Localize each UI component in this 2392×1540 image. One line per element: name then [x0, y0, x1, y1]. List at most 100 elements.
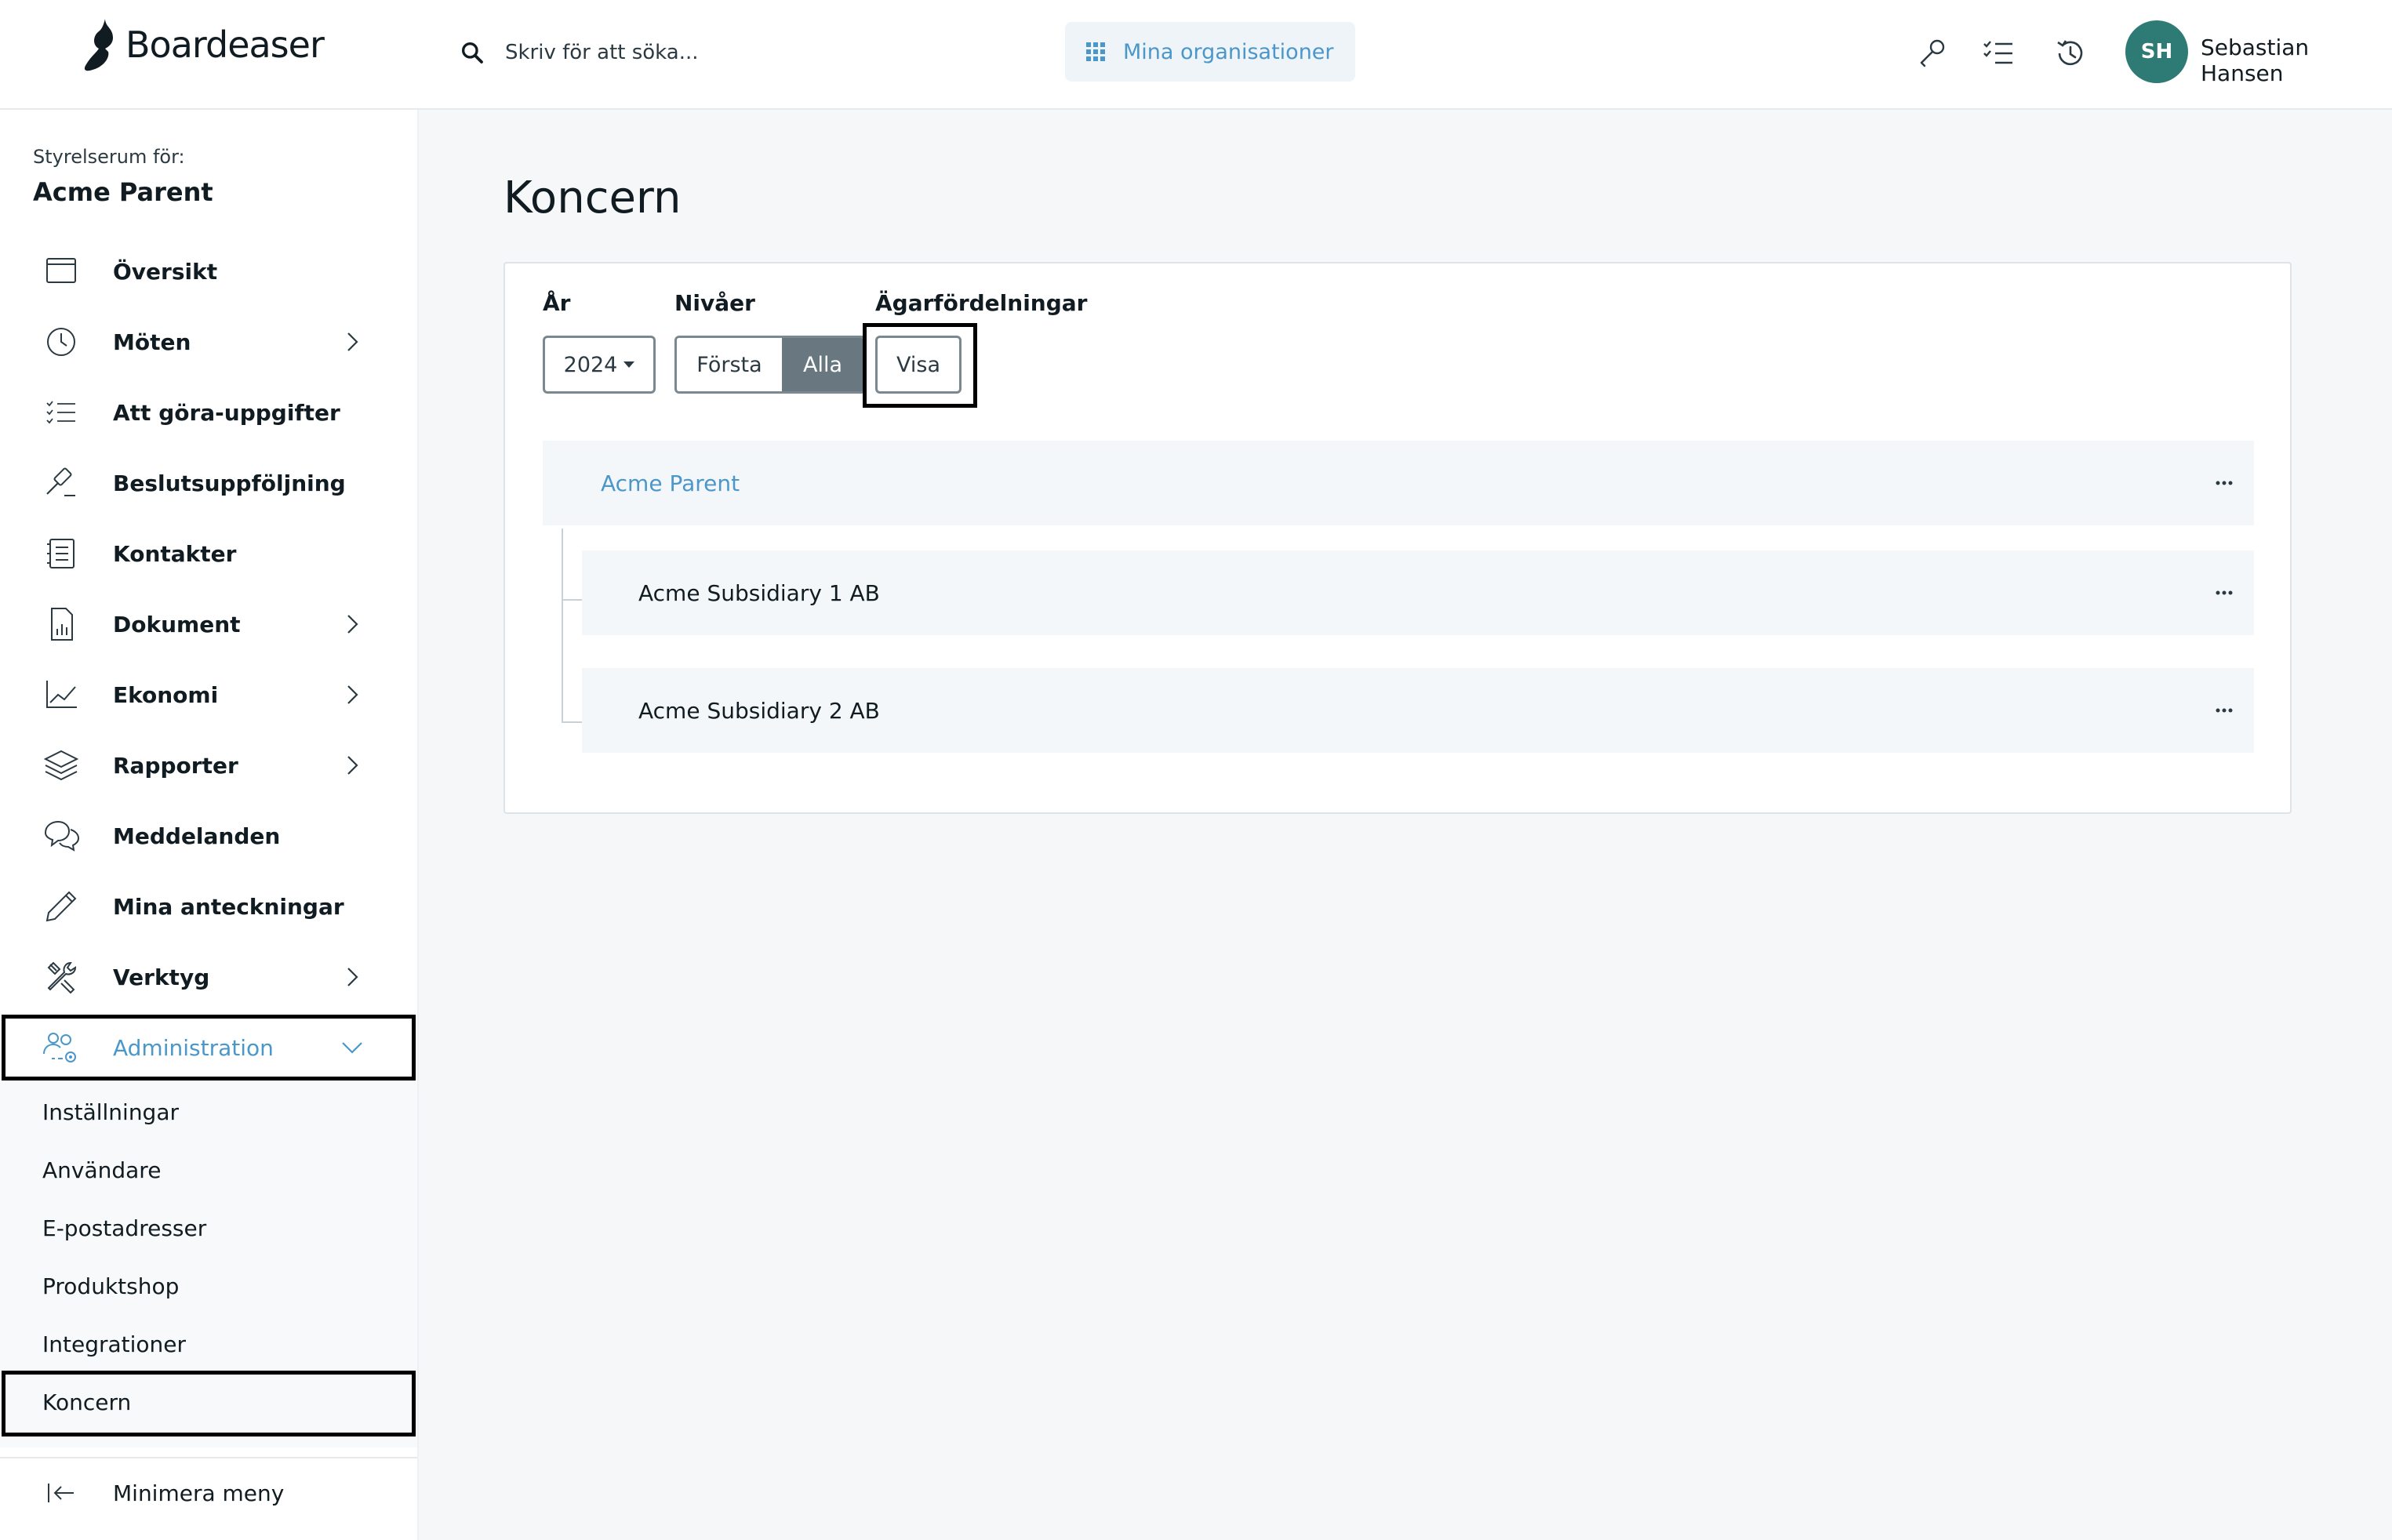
top-bar: Boardeaser Mina organisationer SH Sebast	[0, 0, 2392, 110]
sidebar-item-beslutsuppfoljning[interactable]: Beslutsuppföljning	[0, 450, 419, 516]
minimize-menu-label: Minimera meny	[113, 1480, 285, 1506]
key-icon[interactable]	[1914, 35, 1951, 72]
sidebar-item-meddelanden[interactable]: Meddelanden	[0, 803, 419, 869]
submenu-item-label: Produktshop	[42, 1273, 180, 1299]
sidebar-item-rapporter[interactable]: Rapporter	[0, 732, 419, 798]
levels-option-forsta[interactable]: Första	[677, 338, 782, 391]
ownership-filter-label: Ägarfördelningar	[875, 290, 1088, 316]
tree-row-child: Acme Subsidiary 2 AB	[582, 668, 2254, 753]
sidebar-item-att-gora[interactable]: Att göra-uppgifter	[0, 380, 419, 445]
org-name: Acme Parent	[33, 177, 213, 207]
sidebar: Styrelserum för: Acme Parent Översikt Mö…	[0, 110, 419, 1540]
levels-toggle: Första Alla	[674, 336, 866, 394]
tools-icon	[47, 961, 77, 994]
line-chart-icon	[46, 681, 77, 708]
chevron-down-icon	[342, 1042, 362, 1054]
submenu-item-produktshop[interactable]: Produktshop	[0, 1257, 419, 1315]
boardeaser-logo-icon	[84, 19, 113, 71]
gavel-icon	[46, 467, 75, 496]
chevron-right-icon	[347, 685, 358, 704]
tree-connector-vertical	[562, 528, 563, 723]
group-structure-card: År Nivåer Ägarfördelningar 2024 Första A…	[503, 262, 2292, 814]
sidebar-item-moten[interactable]: Möten	[0, 309, 419, 375]
chevron-right-icon	[347, 756, 358, 775]
more-options-icon[interactable]	[2208, 695, 2240, 726]
sidebar-item-verktyg[interactable]: Verktyg	[0, 944, 419, 1010]
sidebar-item-label: Meddelanden	[113, 823, 281, 849]
main-content: Koncern År Nivåer Ägarfördelningar 2024 …	[419, 110, 2392, 1540]
tree-child-label: Acme Subsidiary 1 AB	[638, 579, 880, 606]
brand-logo[interactable]: Boardeaser	[82, 17, 325, 72]
sidebar-item-administration[interactable]: Administration	[0, 1015, 419, 1081]
sidebar-item-label: Ekonomi	[113, 681, 219, 708]
pencil-icon	[45, 891, 77, 922]
submenu-item-label: Användare	[42, 1157, 162, 1183]
layers-icon	[43, 750, 79, 781]
levels-filter-label: Nivåer	[674, 290, 755, 316]
submenu-item-integrationer[interactable]: Integrationer	[0, 1315, 419, 1373]
users-settings-icon	[43, 1033, 76, 1062]
sidebar-item-kontakter[interactable]: Kontakter	[0, 521, 419, 587]
browser-window-icon	[46, 258, 76, 283]
search-input[interactable]	[505, 41, 944, 64]
my-organizations-button[interactable]: Mina organisationer	[1065, 22, 1355, 82]
sidebar-item-oversikt[interactable]: Översikt	[0, 238, 419, 304]
tree-connector-branch	[562, 599, 583, 601]
checklist-icon	[46, 401, 75, 424]
sidebar-item-label: Att göra-uppgifter	[113, 399, 340, 426]
submenu-item-label: Integrationer	[42, 1331, 187, 1357]
my-organizations-label: Mina organisationer	[1123, 39, 1334, 64]
chevron-right-icon	[347, 968, 358, 986]
sidebar-item-label: Möten	[113, 329, 191, 355]
address-book-icon	[47, 539, 75, 568]
search-bar	[460, 31, 1009, 74]
submenu-item-anvandare[interactable]: Användare	[0, 1141, 419, 1199]
clock-icon	[47, 328, 75, 356]
submenu-item-installningar[interactable]: Inställningar	[0, 1083, 419, 1141]
sidebar-item-label: Kontakter	[113, 540, 237, 567]
chevron-right-icon	[347, 615, 358, 634]
avatar[interactable]: SH	[2125, 20, 2188, 83]
history-icon[interactable]	[2052, 35, 2089, 72]
submenu-item-e-postadresser[interactable]: E-postadresser	[0, 1199, 419, 1257]
submenu-item-label: Koncern	[42, 1389, 132, 1415]
submenu-item-label: Inställningar	[42, 1099, 180, 1125]
user-name[interactable]: Sebastian Hansen	[2201, 35, 2392, 86]
levels-option-alla[interactable]: Alla	[782, 338, 863, 391]
sidebar-item-label: Dokument	[113, 611, 241, 637]
minimize-menu-button[interactable]: Minimera meny	[0, 1460, 419, 1526]
grid-icon	[1086, 42, 1105, 61]
sidebar-item-label: Översikt	[113, 258, 218, 285]
show-ownership-button[interactable]: Visa	[875, 336, 962, 394]
submenu-item-koncern[interactable]: Koncern	[0, 1373, 419, 1431]
year-filter-label: År	[543, 290, 571, 316]
submenu-item-label: E-postadresser	[42, 1215, 207, 1241]
sidebar-item-label: Verktyg	[113, 964, 210, 990]
tree-connector-branch	[562, 721, 583, 723]
sidebar-item-label: Beslutsuppföljning	[113, 470, 346, 496]
sidebar-divider	[0, 1457, 417, 1458]
caret-down-icon	[623, 361, 635, 368]
brand-name: Boardeaser	[125, 24, 325, 66]
sidebar-item-label: Administration	[113, 1034, 274, 1061]
sidebar-item-dokument[interactable]: Dokument	[0, 591, 419, 657]
collapse-left-icon	[48, 1484, 74, 1502]
checklist-icon[interactable]	[1979, 35, 2017, 72]
sidebar-item-label: Rapporter	[113, 752, 238, 779]
sidebar-item-label: Mina anteckningar	[113, 893, 344, 920]
more-options-icon[interactable]	[2208, 467, 2240, 499]
document-chart-icon	[51, 608, 73, 641]
chat-bubbles-icon	[44, 820, 80, 852]
tree-row-child: Acme Subsidiary 1 AB	[582, 550, 2254, 635]
boardroom-caption: Styrelserum för:	[33, 146, 185, 168]
sidebar-item-ekonomi[interactable]: Ekonomi	[0, 662, 419, 728]
tree-root-link[interactable]: Acme Parent	[601, 470, 740, 496]
sidebar-item-mina-anteckningar[interactable]: Mina anteckningar	[0, 874, 419, 939]
chevron-right-icon	[347, 332, 358, 351]
year-value: 2024	[563, 352, 618, 377]
page-title: Koncern	[503, 173, 682, 223]
year-select[interactable]: 2024	[543, 336, 656, 394]
search-icon	[462, 42, 483, 64]
more-options-icon[interactable]	[2208, 577, 2240, 608]
tree-row-root: Acme Parent	[543, 441, 2254, 525]
